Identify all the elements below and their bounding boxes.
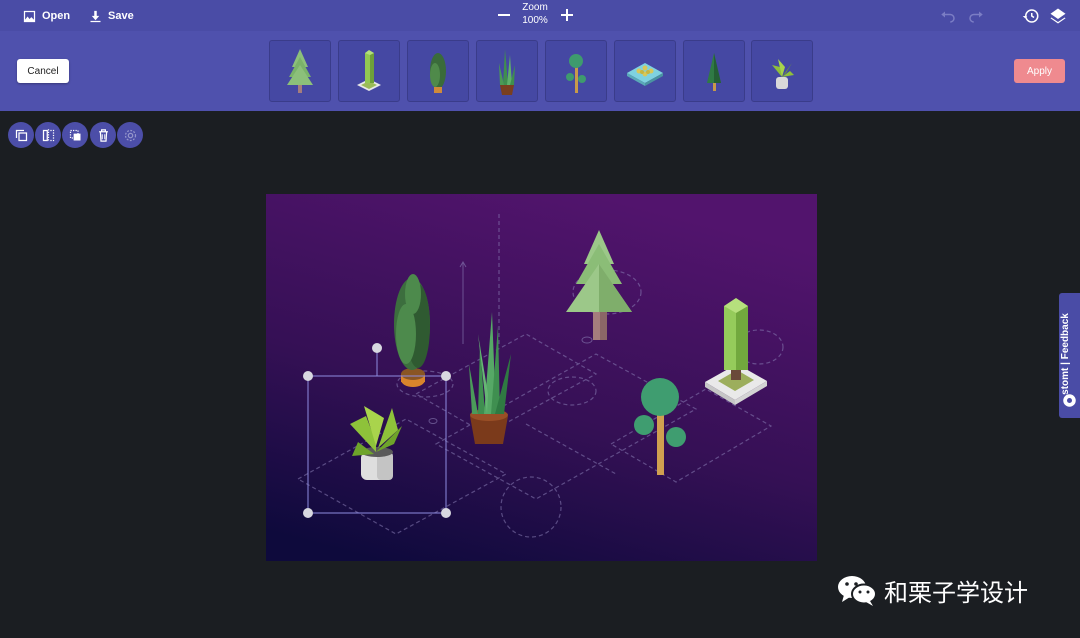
settings-button[interactable]	[117, 122, 143, 148]
asset-small-pine[interactable]	[683, 40, 745, 102]
layers-icon	[1050, 8, 1066, 24]
plus-icon	[561, 9, 573, 21]
image-icon	[23, 10, 36, 22]
feedback-label: stomt | Feedback	[1060, 313, 1071, 395]
tall-shrub-icon	[430, 53, 446, 93]
cancel-button[interactable]: Cancel	[17, 59, 69, 83]
apply-button[interactable]: Apply	[1014, 59, 1065, 83]
asset-potted-snake-plant[interactable]	[476, 40, 538, 102]
zoom-value: 100%	[522, 15, 548, 26]
cypress-column-icon	[357, 50, 381, 91]
asset-potted-plant[interactable]	[751, 40, 813, 102]
zoom-control: Zoom 100%	[490, 0, 580, 31]
duplicate-icon	[15, 129, 27, 141]
resize-handle-top-left[interactable]	[303, 371, 313, 381]
snake-plant-icon	[499, 49, 515, 95]
send-backward-icon	[69, 129, 80, 140]
stomt-logo-icon	[1063, 394, 1076, 407]
design-canvas[interactable]	[266, 194, 817, 561]
asset-cypress-column[interactable]	[338, 40, 400, 102]
potted-plant-icon	[772, 59, 794, 89]
asset-flower-bed[interactable]	[614, 40, 676, 102]
layers-button[interactable]	[1049, 7, 1067, 25]
send-backward-button[interactable]	[62, 122, 88, 148]
settings-icon	[124, 129, 136, 141]
delete-button[interactable]	[90, 122, 116, 148]
top-toolbar: Open Save Zoom 100%	[0, 0, 1080, 31]
flip-icon	[42, 128, 54, 142]
save-label: Save	[108, 10, 134, 22]
history-button[interactable]	[1022, 7, 1040, 25]
round-tree-icon	[566, 54, 586, 93]
download-icon	[90, 10, 101, 22]
trash-icon	[98, 128, 108, 142]
rotate-handle[interactable]	[372, 343, 382, 353]
small-pine-icon	[707, 53, 721, 91]
feedback-tab[interactable]: stomt | Feedback	[1059, 293, 1080, 418]
flower-bed-icon	[627, 63, 663, 86]
redo-button[interactable]	[967, 7, 985, 25]
asset-bar: Cancel Apply	[0, 31, 1080, 111]
watermark-text: 和栗子学设计	[884, 578, 1028, 607]
open-label: Open	[42, 10, 71, 22]
undo-button[interactable]	[939, 7, 957, 25]
resize-handle-top-right[interactable]	[441, 371, 451, 381]
duplicate-button[interactable]	[8, 122, 34, 148]
asset-pine-tree[interactable]	[269, 40, 331, 102]
pine-tree-icon	[287, 49, 313, 93]
history-icon	[1022, 9, 1039, 23]
asset-tall-shrub[interactable]	[407, 40, 469, 102]
watermark: 和栗子学设计	[836, 570, 1028, 610]
flip-button[interactable]	[35, 122, 61, 148]
open-button[interactable]: Open	[22, 6, 70, 26]
redo-icon	[969, 11, 983, 23]
save-button[interactable]: Save	[88, 6, 134, 26]
isometric-garden-illustration	[266, 194, 817, 561]
asset-round-tree[interactable]	[545, 40, 607, 102]
zoom-in-button[interactable]	[559, 6, 575, 24]
wechat-icon	[838, 576, 877, 606]
zoom-label: Zoom	[522, 2, 548, 13]
resize-handle-bottom-left[interactable]	[303, 508, 313, 518]
resize-handle-bottom-right[interactable]	[441, 508, 451, 518]
undo-icon	[941, 11, 955, 23]
